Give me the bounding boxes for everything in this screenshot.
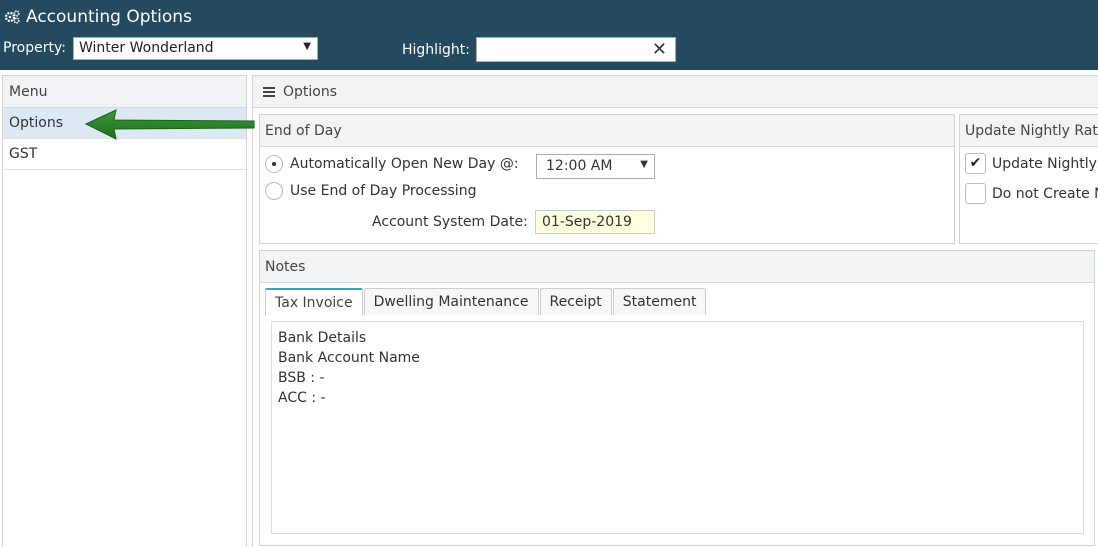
- update-nightly-checkbox[interactable]: ✔: [965, 153, 986, 174]
- property-select[interactable]: Winter Wonderland ▼: [73, 37, 318, 60]
- options-title: Options: [283, 83, 338, 100]
- tab-tax-invoice[interactable]: Tax Invoice: [265, 288, 363, 316]
- caret-down-icon: ▼: [303, 41, 311, 52]
- update-nightly-label: Update Nightly: [992, 156, 1097, 172]
- clear-icon[interactable]: ✕: [652, 39, 667, 60]
- nightly-rates-title: Update Nightly Rat: [960, 115, 1098, 147]
- notes-textarea[interactable]: Bank Details Bank Account Name BSB : - A…: [271, 321, 1084, 534]
- end-of-day-title: End of Day: [260, 115, 954, 147]
- options-panel: Options End of Day Automatically Open Ne…: [252, 75, 1098, 547]
- page-title: Accounting Options: [4, 7, 192, 27]
- tab-label: Tax Invoice: [275, 295, 353, 311]
- notes-line: ACC : -: [278, 390, 326, 406]
- do-not-create-label: Do not Create N: [992, 186, 1098, 202]
- property-label: Property:: [3, 40, 66, 56]
- eod-processing-radio[interactable]: [265, 182, 283, 200]
- tab-statement[interactable]: Statement: [612, 288, 707, 315]
- system-date-input[interactable]: 01-Sep-2019: [535, 210, 655, 234]
- highlight-label: Highlight:: [402, 42, 470, 58]
- side-menu: Menu Options GST: [2, 75, 247, 547]
- highlight-input[interactable]: ✕: [476, 37, 676, 62]
- notes-panel: Notes Tax Invoice Dwelling Maintenance R…: [259, 250, 1095, 546]
- caret-down-icon: ▼: [640, 159, 648, 170]
- eod-processing-label: Use End of Day Processing: [290, 183, 477, 199]
- menu-item-label: GST: [9, 146, 38, 162]
- system-date-value: 01-Sep-2019: [542, 214, 632, 230]
- notes-tabs: Tax Invoice Dwelling Maintenance Receipt…: [265, 288, 707, 316]
- tab-receipt[interactable]: Receipt: [539, 288, 612, 315]
- menu-title: Menu: [3, 76, 246, 108]
- notes-line: Bank Details: [278, 330, 367, 346]
- tab-label: Dwelling Maintenance: [373, 294, 529, 310]
- auto-open-time-value: 12:00 AM: [546, 158, 613, 174]
- pointer-arrow-icon: [84, 109, 255, 140]
- notes-line: Bank Account Name: [278, 350, 420, 366]
- auto-open-label: Automatically Open New Day @:: [290, 156, 519, 172]
- tab-label: Statement: [622, 294, 697, 310]
- auto-open-time-select[interactable]: 12:00 AM ▼: [536, 154, 655, 179]
- property-select-value: Winter Wonderland: [79, 40, 214, 56]
- gears-icon: [4, 10, 20, 24]
- app-header: Accounting Options Property: Winter Wond…: [0, 0, 1098, 70]
- menu-item-label: Options: [9, 115, 64, 131]
- system-date-label: Account System Date:: [372, 214, 528, 230]
- auto-open-radio[interactable]: [265, 155, 283, 173]
- tab-label: Receipt: [549, 294, 602, 310]
- menu-item-gst[interactable]: GST: [3, 139, 246, 170]
- tab-dwelling-maintenance[interactable]: Dwelling Maintenance: [363, 288, 539, 315]
- nightly-rates-panel: Update Nightly Rat ✔ Update Nightly Do n…: [959, 114, 1098, 244]
- page-title-text: Accounting Options: [26, 7, 192, 27]
- notes-line: BSB : -: [278, 370, 325, 386]
- do-not-create-checkbox[interactable]: [965, 183, 986, 204]
- check-icon: ✔: [969, 155, 982, 171]
- end-of-day-panel: End of Day Automatically Open New Day @:…: [259, 114, 955, 244]
- hamburger-icon[interactable]: [263, 86, 275, 97]
- options-header: Options: [253, 76, 1098, 108]
- notes-title: Notes: [260, 251, 1094, 283]
